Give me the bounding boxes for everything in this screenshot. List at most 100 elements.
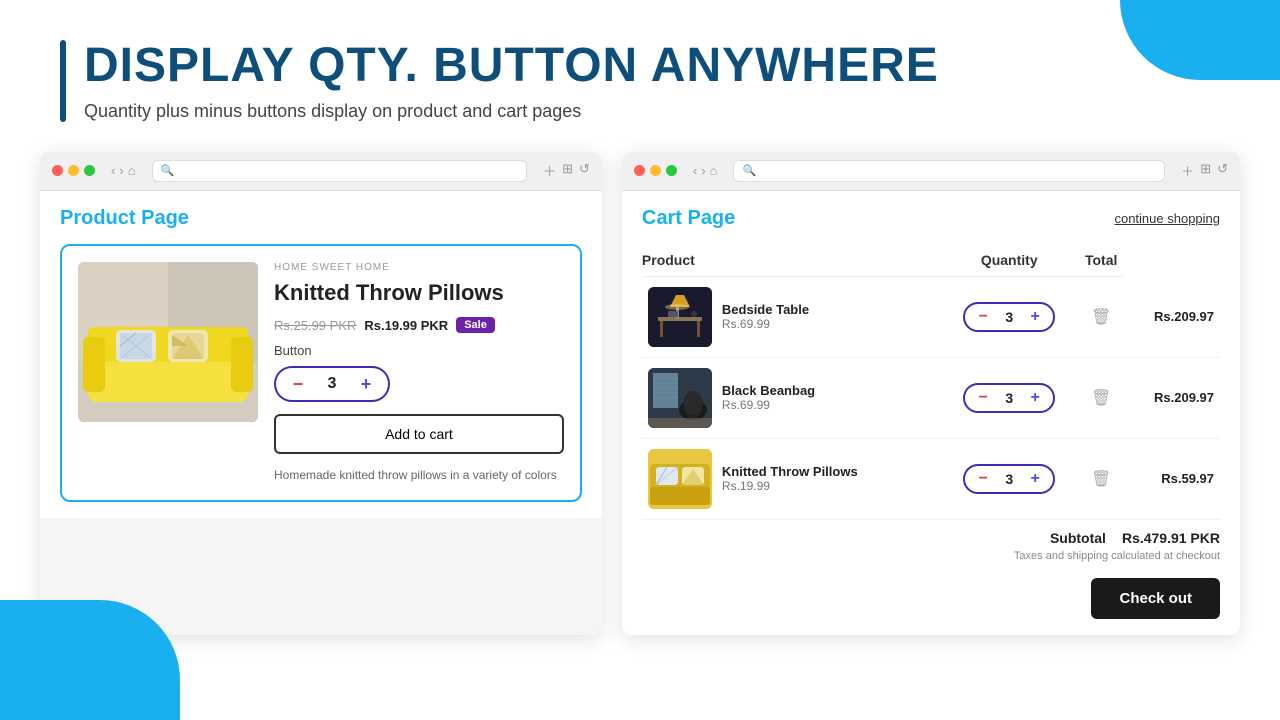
cart-product-cell-1: Bedside Table Rs.69.99	[642, 276, 940, 357]
page-subheading: Quantity plus minus buttons display on p…	[84, 101, 939, 122]
product-details: HOME SWEET HOME Knitted Throw Pillows Rs…	[274, 262, 564, 485]
cart-total-cell-2: Rs.209.97	[1123, 357, 1220, 438]
nav-forward-icon[interactable]: ›	[119, 163, 123, 178]
browser-dot-red-cart[interactable]	[634, 165, 645, 176]
add-tab-icon-cart[interactable]: ＋	[1181, 161, 1194, 180]
browser-address-bar-cart[interactable]: 🔍	[733, 160, 1165, 182]
page-heading: DISPLAY QTY. BUTTON ANYWHERE	[84, 40, 939, 93]
cart-qty-value-3: 3	[1001, 471, 1017, 487]
product-page-content: Product Page	[40, 191, 602, 519]
cart-product-cell-2: Black Beanbag Rs.69.99	[642, 357, 940, 438]
cart-qty-minus-3[interactable]: −	[973, 469, 993, 489]
cart-qty-stepper-2: − 3 +	[963, 383, 1055, 413]
product-image	[78, 262, 258, 422]
refresh-icon-cart[interactable]: ↺	[1217, 161, 1228, 180]
cart-product-info-1: Bedside Table Rs.69.99	[722, 302, 809, 331]
cart-delete-icon-2[interactable]: 🗑	[1085, 388, 1117, 408]
browser-dot-green-cart[interactable]	[666, 165, 677, 176]
cart-row-1: Bedside Table Rs.69.99 − 3 +	[642, 276, 1220, 357]
product-page-browser: ‹ › ⌂ 🔍 ＋ ⊞ ↺ Product Page	[40, 152, 602, 635]
browser-actions-cart: ＋ ⊞ ↺	[1181, 161, 1228, 180]
search-icon: 🔍	[161, 164, 175, 177]
subtotal-value: Rs.479.91 PKR	[1122, 530, 1220, 546]
header-text-block: DISPLAY QTY. BUTTON ANYWHERE Quantity pl…	[84, 40, 939, 122]
cart-qty-cell-3: − 3 +	[939, 438, 1079, 519]
continue-shopping-link[interactable]: continue shopping	[1114, 211, 1220, 226]
cart-qty-plus-2[interactable]: +	[1025, 388, 1045, 408]
cart-qty-stepper-3: − 3 +	[963, 464, 1055, 494]
browser-menu-icon-cart[interactable]: ⊞	[1200, 161, 1211, 180]
page-header: DISPLAY QTY. BUTTON ANYWHERE Quantity pl…	[0, 0, 1280, 142]
product-qty-plus-button[interactable]: +	[354, 372, 378, 396]
cart-qty-value-2: 3	[1001, 390, 1017, 406]
cart-product-cell-3: Knitted Throw Pillows Rs.19.99	[642, 438, 940, 519]
product-title: Knitted Throw Pillows	[274, 279, 564, 308]
cart-qty-plus-1[interactable]: +	[1025, 307, 1045, 327]
cart-table: Product Quantity Total	[642, 244, 1220, 520]
cart-qty-minus-2[interactable]: −	[973, 388, 993, 408]
subtotal-note: Taxes and shipping calculated at checkou…	[642, 550, 1220, 562]
browser-menu-icon[interactable]: ⊞	[562, 161, 573, 180]
cart-delete-cell-1: 🗑	[1079, 276, 1123, 357]
col-header-quantity: Quantity	[939, 244, 1079, 277]
cart-qty-value-1: 3	[1001, 309, 1017, 325]
cart-qty-plus-3[interactable]: +	[1025, 469, 1045, 489]
nav-back-icon[interactable]: ‹	[111, 163, 115, 178]
browser-toolbar-product: ‹ › ⌂ 🔍 ＋ ⊞ ↺	[40, 152, 602, 191]
browser-toolbar-cart: ‹ › ⌂ 🔍 ＋ ⊞ ↺	[622, 152, 1240, 191]
browser-dot-red[interactable]	[52, 165, 63, 176]
product-qty-value: 3	[322, 375, 342, 393]
browser-nav-product: ‹ › ⌂	[111, 163, 136, 178]
cart-page-browser: ‹ › ⌂ 🔍 ＋ ⊞ ↺ Cart Page continue shoppin…	[622, 152, 1240, 635]
sale-badge: Sale	[456, 317, 495, 333]
add-tab-icon[interactable]: ＋	[543, 161, 556, 180]
browser-dot-green[interactable]	[84, 165, 95, 176]
browser-dots-cart	[634, 165, 677, 176]
cart-product-info-3: Knitted Throw Pillows Rs.19.99	[722, 464, 858, 493]
cart-product-img-3	[648, 449, 712, 509]
cart-delete-icon-3[interactable]: 🗑	[1085, 469, 1117, 489]
cart-row-3: Knitted Throw Pillows Rs.19.99 − 3 +	[642, 438, 1220, 519]
nav-home-icon[interactable]: ⌂	[128, 163, 136, 178]
cart-product-price-2: Rs.69.99	[722, 398, 815, 412]
cart-delete-cell-3: 🗑	[1079, 438, 1123, 519]
cart-product-price-1: Rs.69.99	[722, 317, 809, 331]
product-qty-stepper: − 3 +	[274, 366, 390, 402]
cart-product-img-2	[648, 368, 712, 428]
cart-subtotal-section: Subtotal Rs.479.91 PKR Taxes and shippin…	[642, 520, 1220, 566]
cart-qty-cell-1: − 3 +	[939, 276, 1079, 357]
cart-qty-stepper-1: − 3 +	[963, 302, 1055, 332]
product-brand: HOME SWEET HOME	[274, 262, 564, 273]
browser-actions-product: ＋ ⊞ ↺	[543, 161, 590, 180]
nav-home-icon-cart[interactable]: ⌂	[710, 163, 718, 178]
header-left-bar	[60, 40, 66, 122]
cart-header-row: Cart Page continue shopping	[642, 207, 1220, 230]
current-price: Rs.19.99 PKR	[364, 318, 448, 333]
refresh-icon[interactable]: ↺	[579, 161, 590, 180]
product-card: HOME SWEET HOME Knitted Throw Pillows Rs…	[60, 244, 582, 503]
cart-page-content: Cart Page continue shopping Product Quan…	[622, 191, 1240, 635]
cart-qty-minus-1[interactable]: −	[973, 307, 993, 327]
cart-product-price-3: Rs.19.99	[722, 479, 858, 493]
price-row: Rs.25.99 PKR Rs.19.99 PKR Sale	[274, 317, 564, 333]
cart-page-title: Cart Page	[642, 207, 735, 230]
nav-back-icon-cart[interactable]: ‹	[693, 163, 697, 178]
product-description: Homemade knitted throw pillows in a vari…	[274, 466, 564, 484]
checkout-button[interactable]: Check out	[1091, 578, 1220, 619]
cart-total-cell-3: Rs.59.97	[1123, 438, 1220, 519]
browser-address-bar-product[interactable]: 🔍	[152, 160, 528, 182]
nav-forward-icon-cart[interactable]: ›	[701, 163, 705, 178]
search-icon-cart: 🔍	[742, 164, 756, 177]
cart-delete-icon-1[interactable]: 🗑	[1085, 307, 1117, 327]
cart-total-cell-1: Rs.209.97	[1123, 276, 1220, 357]
browser-dots-product	[52, 165, 95, 176]
add-to-cart-button[interactable]: Add to cart	[274, 414, 564, 454]
cart-product-name-2: Black Beanbag	[722, 383, 815, 398]
browser-dot-yellow[interactable]	[68, 165, 79, 176]
product-qty-minus-button[interactable]: −	[286, 372, 310, 396]
browser-dot-yellow-cart[interactable]	[650, 165, 661, 176]
browser-nav-cart: ‹ › ⌂	[693, 163, 718, 178]
col-header-product: Product	[642, 244, 940, 277]
col-header-total: Total	[1079, 244, 1123, 277]
cart-row-2: Black Beanbag Rs.69.99 − 3 +	[642, 357, 1220, 438]
